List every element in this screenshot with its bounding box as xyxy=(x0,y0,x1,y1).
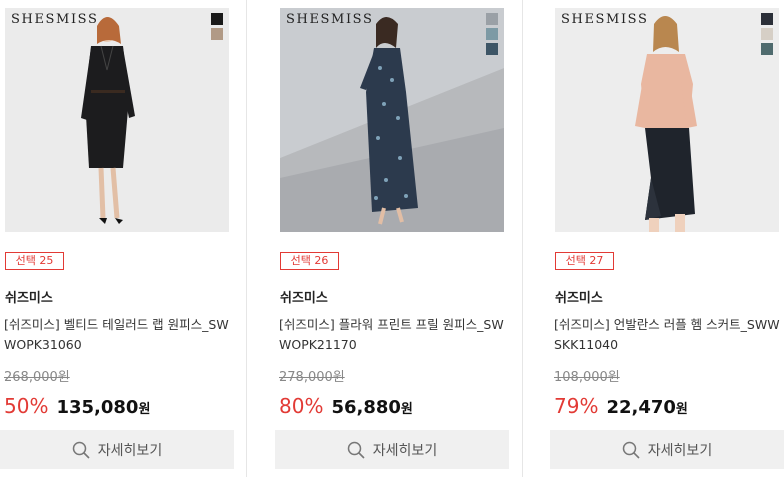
original-price: 278,000원 xyxy=(279,370,345,385)
price-row: 79% 22,470원 xyxy=(554,394,688,418)
discount-rate: 80% xyxy=(279,394,324,418)
view-details-button[interactable]: 자세히보기 xyxy=(550,430,784,469)
product-card[interactable]: SHESMISS 선택 26 쉬즈미스 [쉬즈미스] 플라워 프린트 프릴 원피… xyxy=(275,0,509,477)
color-swatch xyxy=(761,43,773,55)
card-divider xyxy=(522,0,523,477)
brand-name: 쉬즈미스 xyxy=(280,291,328,306)
selection-tag: 선택 25 xyxy=(5,252,64,270)
brand-logo: SHESMISS xyxy=(286,12,374,27)
color-swatch xyxy=(486,43,498,55)
search-icon xyxy=(347,441,365,459)
product-name[interactable]: [쉬즈미스] 언발란스 러플 헴 스커트_SWWSKK11040 xyxy=(554,315,784,355)
product-card[interactable]: SHESMISS 선택 27 쉬즈미스 [쉬즈미스] 언발란스 러플 헴 스커트… xyxy=(550,0,784,477)
color-swatch xyxy=(761,13,773,25)
card-divider xyxy=(246,0,247,477)
product-image[interactable]: SHESMISS xyxy=(5,8,229,232)
view-details-button[interactable]: 자세히보기 xyxy=(0,430,234,469)
dress-photo xyxy=(5,8,229,232)
product-name[interactable]: [쉬즈미스] 플라워 프린트 프릴 원피스_SWWOPK21170 xyxy=(279,315,511,355)
brand-logo: SHESMISS xyxy=(11,12,99,27)
selection-tag: 선택 27 xyxy=(555,252,614,270)
selection-tag: 선택 26 xyxy=(280,252,339,270)
original-price: 108,000원 xyxy=(554,370,620,385)
color-swatch xyxy=(486,13,498,25)
brand-name: 쉬즈미스 xyxy=(5,291,53,306)
color-swatches xyxy=(486,13,499,58)
sale-price: 135,080 xyxy=(56,397,139,418)
brand-logo: SHESMISS xyxy=(561,12,649,27)
color-swatch xyxy=(486,28,498,40)
sale-price: 56,880 xyxy=(331,397,401,418)
original-price: 268,000원 xyxy=(4,370,70,385)
color-swatches xyxy=(761,13,774,58)
color-swatch xyxy=(211,13,223,25)
discount-rate: 79% xyxy=(554,394,599,418)
product-image[interactable]: SHESMISS xyxy=(555,8,779,232)
color-swatch xyxy=(211,28,223,40)
skirt-photo xyxy=(555,8,779,232)
dress-photo xyxy=(280,8,504,232)
search-icon xyxy=(622,441,640,459)
color-swatch xyxy=(761,28,773,40)
view-details-button[interactable]: 자세히보기 xyxy=(275,430,509,469)
product-card[interactable]: SHESMISS 선택 25 쉬즈미스 [쉬즈미스] 벨티드 테일러드 랩 원피… xyxy=(0,0,234,477)
view-details-label: 자세히보기 xyxy=(372,442,438,459)
brand-name: 쉬즈미스 xyxy=(555,291,603,306)
price-row: 50% 135,080원 xyxy=(4,394,150,418)
sale-price: 22,470 xyxy=(606,397,676,418)
discount-rate: 50% xyxy=(4,394,49,418)
view-details-label: 자세히보기 xyxy=(647,442,713,459)
currency-unit: 원 xyxy=(400,402,413,417)
currency-unit: 원 xyxy=(138,402,151,417)
product-image[interactable]: SHESMISS xyxy=(280,8,504,232)
color-swatches xyxy=(211,13,224,43)
search-icon xyxy=(72,441,90,459)
product-name[interactable]: [쉬즈미스] 벨티드 테일러드 랩 원피스_SWWOPK31060 xyxy=(4,315,236,355)
price-row: 80% 56,880원 xyxy=(279,394,413,418)
view-details-label: 자세히보기 xyxy=(97,442,163,459)
currency-unit: 원 xyxy=(675,402,688,417)
